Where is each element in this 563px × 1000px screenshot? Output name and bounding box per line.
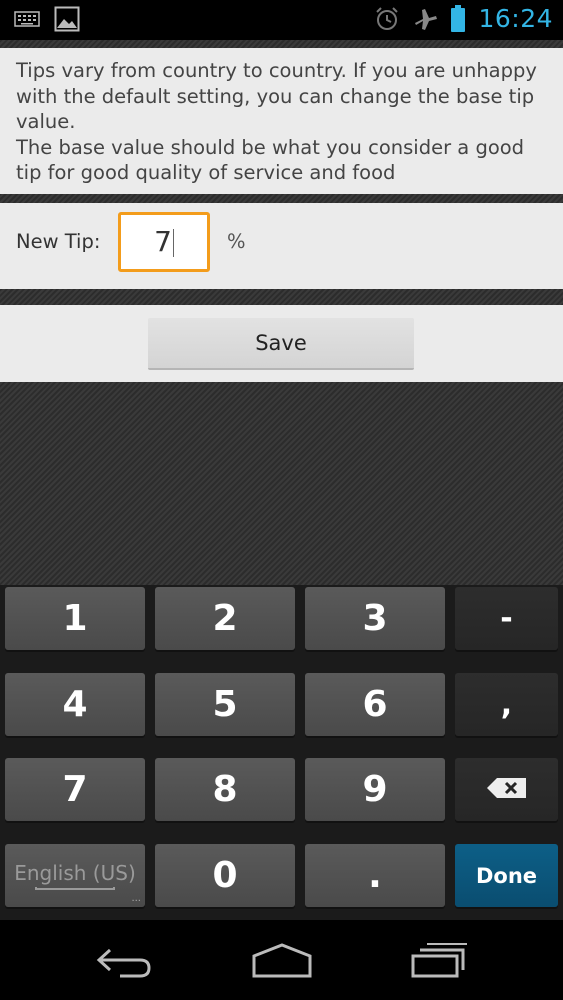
key-5[interactable]: 5 (155, 673, 295, 736)
tip-input-value: 7 (154, 225, 172, 258)
more-options-indicator: ... (131, 893, 141, 904)
status-bar: 16:24 (0, 0, 563, 40)
spacebar-indicator (35, 887, 115, 890)
keyboard-icon (14, 10, 40, 28)
key-9[interactable]: 9 (305, 758, 445, 821)
image-icon (54, 6, 80, 32)
battery-icon (450, 4, 466, 33)
key-0[interactable]: 0 (155, 844, 295, 907)
key-language[interactable]: English (US) ... (5, 844, 145, 907)
clock: 16:24 (478, 4, 553, 33)
text-caret (172, 229, 174, 257)
key-backspace[interactable] (455, 758, 558, 821)
percent-unit: % (227, 230, 246, 253)
home-icon[interactable] (251, 942, 313, 982)
content-area: Tips vary from country to country. If yo… (0, 40, 563, 585)
tip-input[interactable]: 7 (118, 212, 210, 272)
save-panel: Save (0, 305, 563, 382)
backspace-icon (486, 772, 528, 807)
info-text-1: Tips vary from country to country. If yo… (16, 59, 537, 133)
numeric-keyboard: 1 2 3 - 4 5 6 , 7 8 9 English (US) ... 0… (0, 585, 563, 920)
back-icon[interactable] (96, 942, 154, 982)
key-done[interactable]: Done (455, 844, 558, 907)
language-label: English (US) (14, 861, 136, 885)
new-tip-label: New Tip: (16, 230, 101, 253)
key-1[interactable]: 1 (5, 587, 145, 650)
alarm-icon (374, 6, 400, 32)
key-2[interactable]: 2 (155, 587, 295, 650)
recent-apps-icon[interactable] (410, 942, 468, 982)
info-panel: Tips vary from country to country. If yo… (0, 48, 563, 194)
key-minus[interactable]: - (455, 587, 558, 650)
key-3[interactable]: 3 (305, 587, 445, 650)
info-text-2: The base value should be what you consid… (16, 135, 525, 185)
key-4[interactable]: 4 (5, 673, 145, 736)
save-button[interactable]: Save (148, 318, 414, 370)
navigation-bar (0, 920, 563, 1000)
key-8[interactable]: 8 (155, 758, 295, 821)
key-7[interactable]: 7 (5, 758, 145, 821)
key-comma[interactable]: , (455, 673, 558, 736)
tip-panel: New Tip: 7 % (0, 203, 563, 289)
key-period[interactable]: . (305, 844, 445, 907)
airplane-icon (412, 6, 438, 32)
key-6[interactable]: 6 (305, 673, 445, 736)
